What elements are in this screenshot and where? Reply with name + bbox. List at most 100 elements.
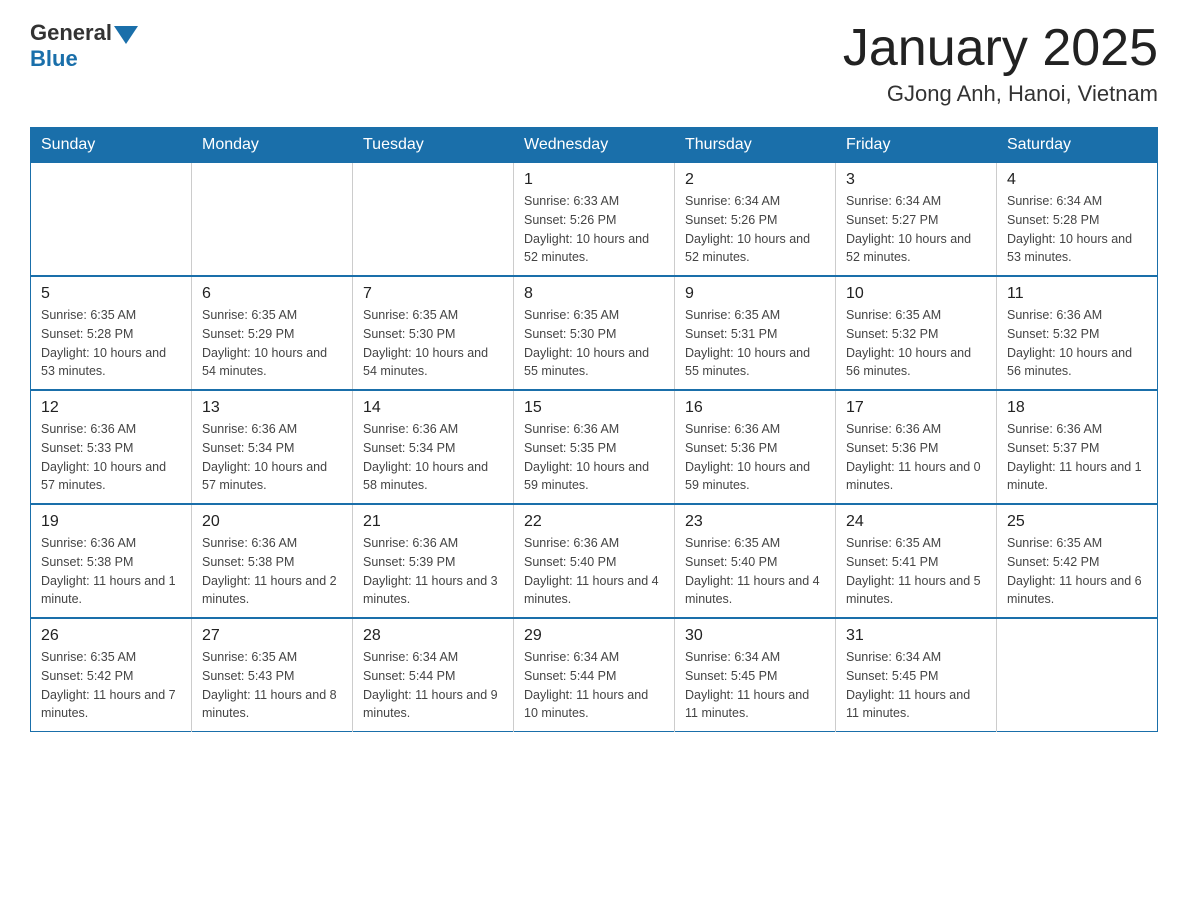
page-header: General Blue January 2025 GJong Anh, Han…: [30, 20, 1158, 107]
calendar-cell: 17Sunrise: 6:36 AMSunset: 5:36 PMDayligh…: [836, 390, 997, 504]
day-number: 21: [363, 513, 503, 531]
day-info: Sunrise: 6:35 AMSunset: 5:30 PMDaylight:…: [524, 306, 664, 381]
day-info: Sunrise: 6:36 AMSunset: 5:33 PMDaylight:…: [41, 420, 181, 495]
calendar-cell: 21 Sunrise: 6:36 AMSunset: 5:39 PMDayligh…: [353, 504, 514, 618]
day-number: 20: [202, 513, 342, 531]
day-number: 10: [846, 285, 986, 303]
day-number: 31: [846, 627, 986, 645]
calendar-cell: 3 Sunrise: 6:34 AMSunset: 5:27 PMDaylight…: [836, 163, 997, 277]
day-info: Sunrise: 6:34 AMSunset: 5:44 PMDaylight:…: [524, 648, 664, 723]
calendar-cell: 7Sunrise: 6:35 AMSunset: 5:30 PMDaylight…: [353, 276, 514, 390]
day-info: Sunrise: 6:36 AMSunset: 5:34 PMDaylight:…: [202, 420, 342, 495]
day-number: 12: [41, 399, 181, 417]
day-number: 16: [685, 399, 825, 417]
day-info: Sunrise: 6:36 AMSunset: 5:32 PMDaylight:…: [1007, 306, 1147, 381]
calendar-cell: 19Sunrise: 6:36 AMSunset: 5:38 PMDayligh…: [31, 504, 192, 618]
day-number: 29: [524, 627, 664, 645]
weekday-header-monday: Monday: [192, 128, 353, 163]
day-info: Sunrise: 6:34 AMSunset: 5:27 PMDaylight:…: [846, 192, 986, 267]
day-info: Sunrise: 6:36 AMSunset: 5:36 PMDaylight:…: [685, 420, 825, 495]
calendar-cell: 27 Sunrise: 6:35 AMSunset: 5:43 PMDayligh…: [192, 618, 353, 732]
day-info: Sunrise: 6:36 AMSunset: 5:36 PMDaylight:…: [846, 420, 986, 495]
day-number: 13: [202, 399, 342, 417]
day-info: Sunrise: 6:35 AMSunset: 5:42 PMDaylight:…: [1007, 534, 1147, 609]
calendar-cell: 24 Sunrise: 6:35 AMSunset: 5:41 PMDayligh…: [836, 504, 997, 618]
month-title: January 2025: [843, 20, 1158, 77]
calendar-cell: 28 Sunrise: 6:34 AMSunset: 5:44 PMDayligh…: [353, 618, 514, 732]
calendar-cell: 30Sunrise: 6:34 AMSunset: 5:45 PMDayligh…: [675, 618, 836, 732]
weekday-header-thursday: Thursday: [675, 128, 836, 163]
weekday-header-friday: Friday: [836, 128, 997, 163]
day-info: Sunrise: 6:36 AMSunset: 5:35 PMDaylight:…: [524, 420, 664, 495]
day-number: 1: [524, 171, 664, 189]
logo-blue-text: Blue: [30, 46, 78, 72]
day-info: Sunrise: 6:34 AMSunset: 5:28 PMDaylight:…: [1007, 192, 1147, 267]
day-number: 2: [685, 171, 825, 189]
calendar-header-row: SundayMondayTuesdayWednesdayThursdayFrid…: [31, 128, 1158, 163]
calendar-cell: 11Sunrise: 6:36 AMSunset: 5:32 PMDayligh…: [997, 276, 1158, 390]
calendar-cell: 18 Sunrise: 6:36 AMSunset: 5:37 PMDayligh…: [997, 390, 1158, 504]
weekday-header-tuesday: Tuesday: [353, 128, 514, 163]
day-number: 6: [202, 285, 342, 303]
day-info: Sunrise: 6:36 AMSunset: 5:40 PMDaylight:…: [524, 534, 664, 609]
day-info: Sunrise: 6:36 AMSunset: 5:39 PMDaylight:…: [363, 534, 503, 609]
day-info: Sunrise: 6:35 AMSunset: 5:42 PMDaylight:…: [41, 648, 181, 723]
calendar-cell: 10Sunrise: 6:35 AMSunset: 5:32 PMDayligh…: [836, 276, 997, 390]
day-info: Sunrise: 6:33 AMSunset: 5:26 PMDaylight:…: [524, 192, 664, 267]
calendar-week-row: 26Sunrise: 6:35 AMSunset: 5:42 PMDayligh…: [31, 618, 1158, 732]
calendar-cell: 8 Sunrise: 6:35 AMSunset: 5:30 PMDaylight…: [514, 276, 675, 390]
day-number: 14: [363, 399, 503, 417]
weekday-header-sunday: Sunday: [31, 128, 192, 163]
day-number: 27: [202, 627, 342, 645]
calendar-cell: 4Sunrise: 6:34 AMSunset: 5:28 PMDaylight…: [997, 163, 1158, 277]
logo-triangle-icon: [114, 26, 138, 44]
day-info: Sunrise: 6:34 AMSunset: 5:45 PMDaylight:…: [685, 648, 825, 723]
calendar-cell: 13 Sunrise: 6:36 AMSunset: 5:34 PMDayligh…: [192, 390, 353, 504]
calendar-cell: 20 Sunrise: 6:36 AMSunset: 5:38 PMDayligh…: [192, 504, 353, 618]
calendar-cell: 1 Sunrise: 6:33 AMSunset: 5:26 PMDaylight…: [514, 163, 675, 277]
day-info: Sunrise: 6:35 AMSunset: 5:41 PMDaylight:…: [846, 534, 986, 609]
day-info: Sunrise: 6:35 AMSunset: 5:31 PMDaylight:…: [685, 306, 825, 381]
day-info: Sunrise: 6:35 AMSunset: 5:28 PMDaylight:…: [41, 306, 181, 381]
logo-general-text: General: [30, 20, 112, 46]
day-number: 8: [524, 285, 664, 303]
weekday-header-saturday: Saturday: [997, 128, 1158, 163]
day-number: 3: [846, 171, 986, 189]
day-number: 24: [846, 513, 986, 531]
day-number: 9: [685, 285, 825, 303]
day-number: 19: [41, 513, 181, 531]
calendar-cell: 2 Sunrise: 6:34 AMSunset: 5:26 PMDaylight…: [675, 163, 836, 277]
calendar-cell: 6 Sunrise: 6:35 AMSunset: 5:29 PMDaylight…: [192, 276, 353, 390]
calendar-week-row: 1 Sunrise: 6:33 AMSunset: 5:26 PMDaylight…: [31, 163, 1158, 277]
day-info: Sunrise: 6:36 AMSunset: 5:37 PMDaylight:…: [1007, 420, 1147, 495]
day-number: 15: [524, 399, 664, 417]
calendar-cell: [353, 163, 514, 277]
calendar-cell: 31Sunrise: 6:34 AMSunset: 5:45 PMDayligh…: [836, 618, 997, 732]
weekday-header-wednesday: Wednesday: [514, 128, 675, 163]
calendar-week-row: 5 Sunrise: 6:35 AMSunset: 5:28 PMDaylight…: [31, 276, 1158, 390]
day-number: 18: [1007, 399, 1147, 417]
calendar-cell: 29 Sunrise: 6:34 AMSunset: 5:44 PMDayligh…: [514, 618, 675, 732]
day-info: Sunrise: 6:36 AMSunset: 5:38 PMDaylight:…: [202, 534, 342, 609]
location-title: GJong Anh, Hanoi, Vietnam: [843, 81, 1158, 107]
day-number: 25: [1007, 513, 1147, 531]
calendar-cell: 14 Sunrise: 6:36 AMSunset: 5:34 PMDayligh…: [353, 390, 514, 504]
calendar-cell: 22Sunrise: 6:36 AMSunset: 5:40 PMDayligh…: [514, 504, 675, 618]
day-info: Sunrise: 6:34 AMSunset: 5:44 PMDaylight:…: [363, 648, 503, 723]
day-number: 23: [685, 513, 825, 531]
day-number: 5: [41, 285, 181, 303]
calendar-title-block: January 2025 GJong Anh, Hanoi, Vietnam: [843, 20, 1158, 107]
calendar-cell: 16 Sunrise: 6:36 AMSunset: 5:36 PMDayligh…: [675, 390, 836, 504]
calendar-cell: 26Sunrise: 6:35 AMSunset: 5:42 PMDayligh…: [31, 618, 192, 732]
day-info: Sunrise: 6:35 AMSunset: 5:29 PMDaylight:…: [202, 306, 342, 381]
calendar-week-row: 12 Sunrise: 6:36 AMSunset: 5:33 PMDayligh…: [31, 390, 1158, 504]
calendar-cell: 12 Sunrise: 6:36 AMSunset: 5:33 PMDayligh…: [31, 390, 192, 504]
day-info: Sunrise: 6:35 AMSunset: 5:43 PMDaylight:…: [202, 648, 342, 723]
calendar-cell: 25 Sunrise: 6:35 AMSunset: 5:42 PMDayligh…: [997, 504, 1158, 618]
day-number: 28: [363, 627, 503, 645]
day-info: Sunrise: 6:36 AMSunset: 5:34 PMDaylight:…: [363, 420, 503, 495]
day-info: Sunrise: 6:35 AMSunset: 5:40 PMDaylight:…: [685, 534, 825, 609]
calendar-cell: [192, 163, 353, 277]
calendar-table: SundayMondayTuesdayWednesdayThursdayFrid…: [30, 127, 1158, 732]
day-info: Sunrise: 6:34 AMSunset: 5:26 PMDaylight:…: [685, 192, 825, 267]
